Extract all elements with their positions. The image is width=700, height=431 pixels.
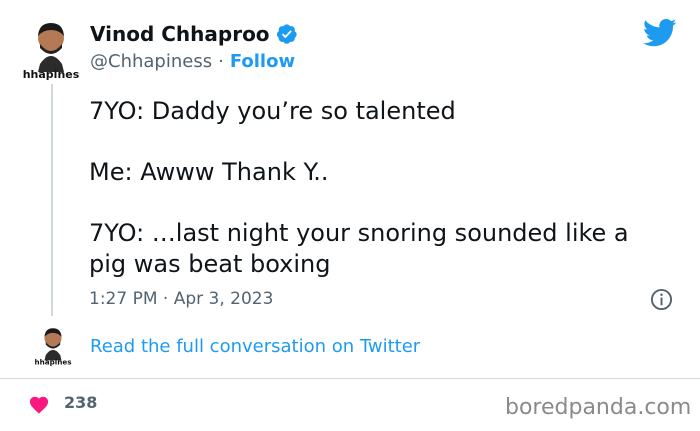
- tweet-line: 7YO: …last night your snoring sounded li…: [89, 219, 629, 247]
- avatar-caption: chhapiness: [34, 357, 72, 366]
- author-handle[interactable]: @Chhapiness: [90, 51, 212, 72]
- footer-divider: [0, 378, 700, 379]
- tweet-text: 7YO: Daddy you’re so talented Me: Awww T…: [89, 96, 679, 280]
- boredpanda-watermark: boredpanda.com: [505, 395, 692, 420]
- author-name-row: Vinod Chhaproo: [90, 22, 298, 46]
- tweet-time: 1:27 PM: [89, 289, 158, 309]
- avatar-caption: chhapiness: [22, 68, 80, 80]
- tweet-line: pig was beat boxing: [89, 250, 331, 278]
- verified-badge-icon: [276, 24, 297, 44]
- tweet-date: Apr 3, 2023: [173, 289, 274, 309]
- tweet-line: 7YO: Daddy you’re so talented: [89, 97, 456, 125]
- author-avatar-small[interactable]: chhapiness: [30, 322, 76, 366]
- twitter-bird-icon[interactable]: [643, 18, 677, 48]
- tweet-timestamp[interactable]: 1:27 PM · Apr 3, 2023: [89, 289, 273, 309]
- tweet-embed-card: chhapiness Vinod Chhaproo @Chhapiness · …: [0, 0, 700, 431]
- read-conversation-link[interactable]: Read the full conversation on Twitter: [90, 336, 420, 357]
- author-name[interactable]: Vinod Chhaproo: [90, 22, 270, 46]
- like-count: 238: [64, 393, 98, 412]
- handle-separator: ·: [218, 51, 224, 72]
- avatar-illustration: chhapiness: [16, 23, 86, 81]
- follow-button[interactable]: Follow: [230, 51, 295, 72]
- thread-line: [51, 84, 53, 316]
- author-avatar[interactable]: chhapiness: [16, 14, 86, 81]
- heart-icon[interactable]: [28, 394, 50, 414]
- info-icon[interactable]: [650, 288, 673, 311]
- tweet-line: Me: Awww Thank Y..: [89, 158, 329, 186]
- avatar-illustration-small: chhapiness: [30, 328, 76, 366]
- timestamp-separator: ·: [162, 289, 169, 309]
- author-handle-row: @Chhapiness · Follow: [90, 51, 295, 72]
